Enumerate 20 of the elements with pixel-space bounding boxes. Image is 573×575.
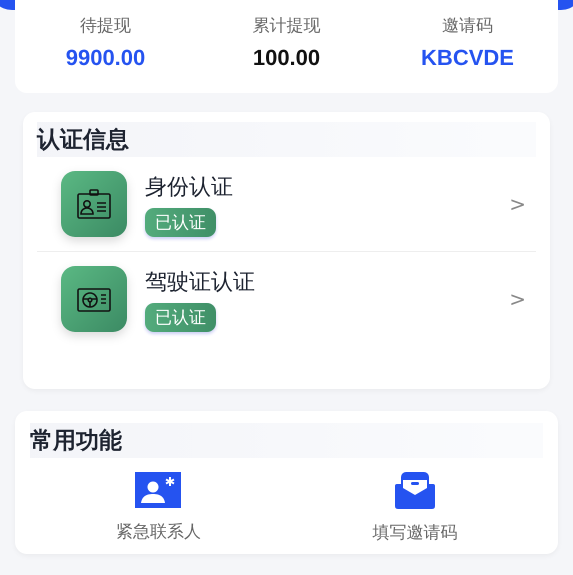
status-badge: 已认证: [145, 208, 216, 236]
contact-card-icon: [135, 472, 182, 508]
verification-name: 身份认证: [145, 174, 233, 202]
stat-value: 9900.00: [66, 45, 146, 71]
function-label[interactable]: 填写邀请码: [372, 521, 458, 544]
stat-value: 100.00: [252, 45, 320, 71]
stat-value: KBCVDE: [421, 45, 514, 71]
chevron-icon[interactable]: >: [509, 192, 526, 216]
function-label[interactable]: 紧急联系人: [116, 520, 201, 543]
section-title: 认证信息: [37, 122, 536, 157]
chevron-icon[interactable]: >: [509, 287, 526, 311]
verification-name: 驾驶证认证: [145, 268, 255, 296]
id-card-icon: [61, 171, 127, 237]
section-title: 常用功能: [30, 423, 543, 458]
status-badge: 已认证: [145, 302, 216, 332]
stat-label: 待提现: [80, 15, 131, 37]
license-card-icon: [61, 266, 127, 332]
stat-label: 邀请码: [442, 15, 493, 37]
envelope-icon: [394, 472, 435, 509]
stat-label: 累计提现: [252, 15, 320, 37]
